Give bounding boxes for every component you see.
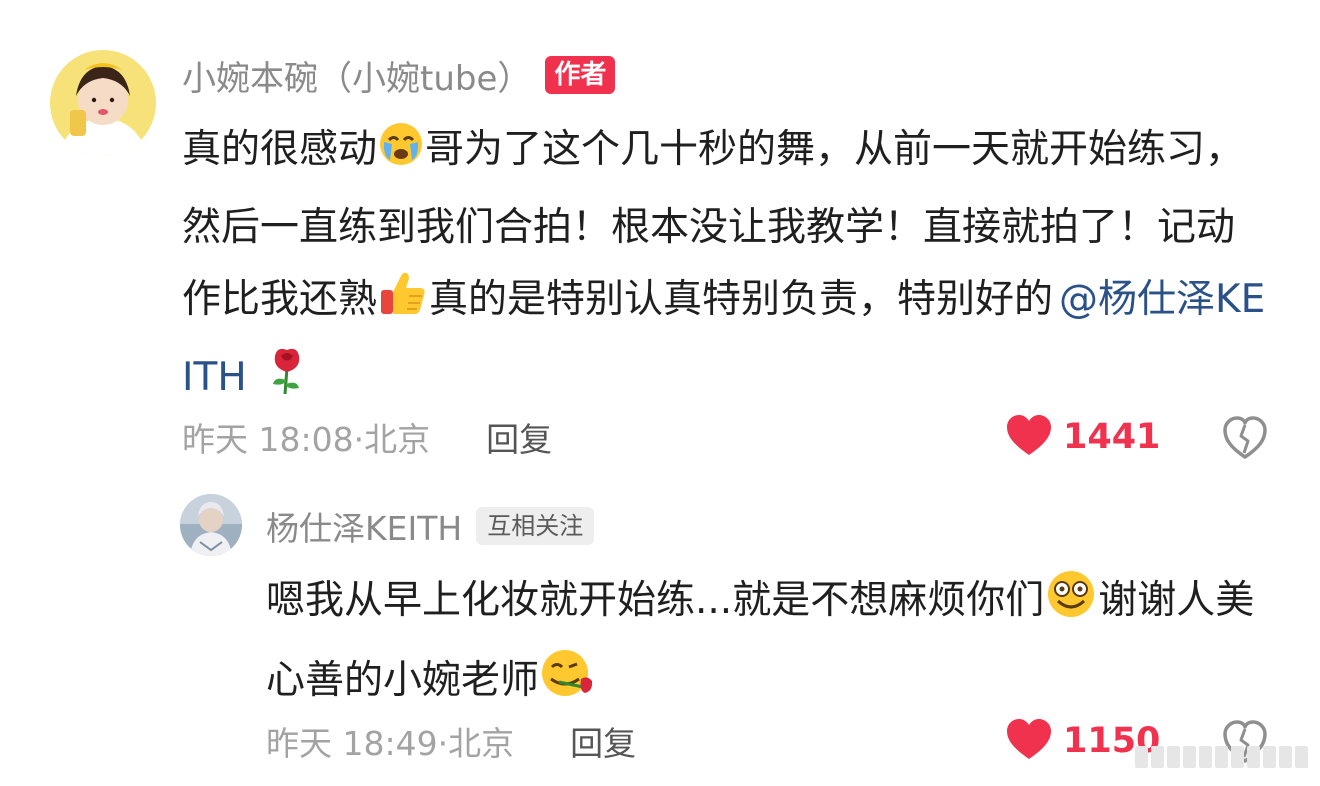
crying-emoji-icon	[377, 120, 425, 192]
mutual-follow-badge: 互相关注	[476, 507, 595, 545]
avatar-image	[50, 50, 156, 156]
comment-meta: 昨天 18:49·北京 回复	[266, 719, 636, 763]
watermark-overlay	[1135, 746, 1308, 768]
reply-button[interactable]: 回复	[570, 717, 636, 765]
rose-icon	[265, 344, 309, 420]
avatar[interactable]	[50, 50, 156, 156]
timestamp: 昨天 18:49·北京	[266, 724, 515, 763]
dislike-button[interactable]	[1222, 416, 1268, 464]
thumbs-up-icon	[377, 266, 429, 342]
comment-text: 嗯我从早上化妆就开始练...就是不想麻烦你们 谢谢人美心善的小婉老师	[266, 564, 1266, 724]
avatar-image	[180, 494, 242, 556]
comment-text: 真的很感动 哥为了这个几十秒的舞，从前一天就开始练习，然后一直练到我们合拍！根本…	[182, 114, 1272, 420]
author-line: 杨仕泽KEITH 互相关注	[266, 502, 595, 550]
broken-heart-icon	[1223, 416, 1267, 459]
timestamp: 昨天 18:08·北京	[182, 420, 431, 459]
heart-icon	[1005, 414, 1053, 460]
comment-text-part: 嗯我从早上化妆就开始练...就是不想麻烦你们	[266, 578, 1045, 623]
author-name[interactable]: 小婉本碗（小婉tube）	[182, 51, 531, 100]
avatar[interactable]	[180, 494, 242, 556]
comment-meta: 昨天 18:08·北京 回复	[182, 415, 552, 459]
reply-button[interactable]: 回复	[486, 413, 552, 461]
grinning-icon	[1044, 569, 1098, 644]
comment-reply: 杨仕泽KEITH 互相关注 嗯我从早上化妆就开始练...就是不想麻烦你们 谢谢人…	[0, 480, 1320, 786]
rose-in-mouth-icon	[539, 647, 597, 724]
author-line: 小婉本碗（小婉tube） 作者	[182, 54, 616, 99]
comment-text-part: 真的很感动	[182, 127, 378, 172]
comment-text-part: 真的是特别认真特别负责，特别好的	[429, 277, 1054, 322]
heart-icon	[1005, 718, 1053, 764]
author-badge: 作者	[545, 56, 616, 94]
comment-author-post: 小婉本碗（小婉tube） 作者 真的很感动 哥为了这个几十秒的舞，从前一天就开始…	[0, 0, 1320, 480]
like-count: 1441	[1063, 417, 1161, 457]
like-button[interactable]: 1441	[1005, 415, 1160, 459]
author-name[interactable]: 杨仕泽KEITH	[266, 502, 462, 550]
